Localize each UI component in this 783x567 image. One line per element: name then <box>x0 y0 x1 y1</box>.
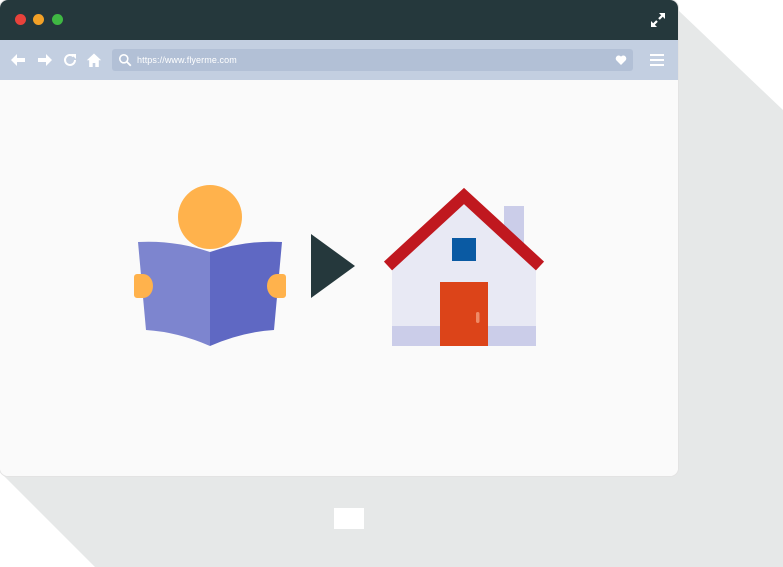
door-handle <box>476 312 480 323</box>
address-bar[interactable]: https://www.flyerme.com <box>112 49 633 71</box>
fullscreen-icon[interactable] <box>650 12 666 28</box>
favorite-heart-icon[interactable] <box>615 54 627 66</box>
minimize-window-button[interactable] <box>33 14 44 25</box>
back-arrow-icon[interactable] <box>10 52 26 68</box>
url-text: https://www.flyerme.com <box>137 55 237 65</box>
house-icon <box>383 187 545 346</box>
house-door <box>440 282 488 346</box>
reload-icon[interactable] <box>62 52 78 68</box>
hamburger-menu-icon[interactable] <box>650 53 664 67</box>
maximize-window-button[interactable] <box>52 14 63 25</box>
navigation-bar: https://www.flyerme.com <box>0 40 678 80</box>
illustration <box>134 185 545 346</box>
reader-icon <box>134 185 286 346</box>
close-window-button[interactable] <box>15 14 26 25</box>
monitor-stand <box>334 508 364 529</box>
play-arrow-icon <box>311 234 355 298</box>
browser-window: https://www.flyerme.com <box>0 0 678 476</box>
page-content <box>0 80 678 476</box>
home-icon[interactable] <box>86 52 102 68</box>
title-bar <box>0 0 678 40</box>
reader-head <box>178 185 242 249</box>
search-icon <box>119 54 132 67</box>
forward-arrow-icon[interactable] <box>37 52 53 68</box>
house-window <box>452 238 476 261</box>
